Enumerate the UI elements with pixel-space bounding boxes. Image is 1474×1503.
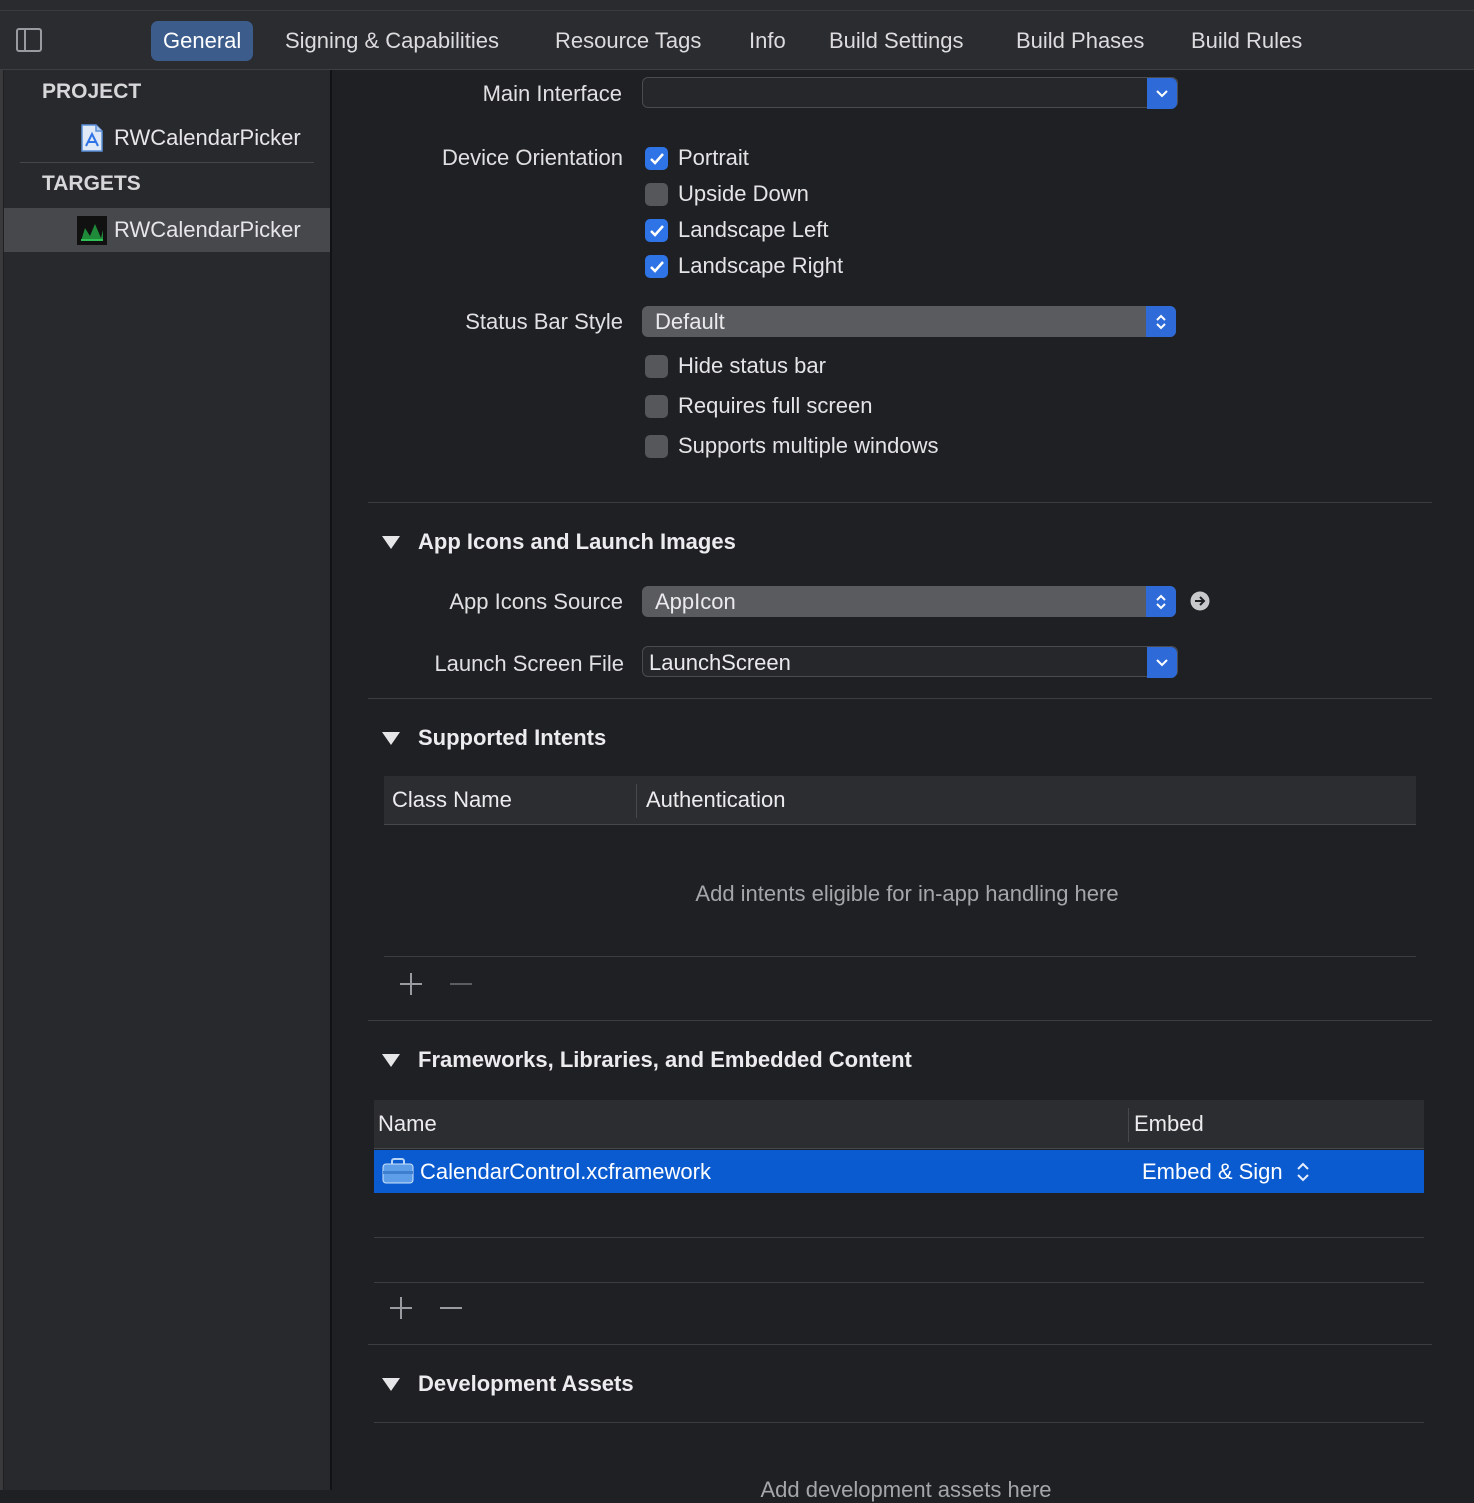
requires-full-screen-checkbox[interactable] — [645, 395, 668, 418]
window-left-edge — [0, 0, 3, 1490]
project-section-header: PROJECT — [42, 80, 142, 103]
app-target-icon — [77, 216, 107, 245]
intents-empty-placeholder: Add intents eligible for in-app handling… — [695, 881, 1119, 906]
supported-intents-section-title: Supported Intents — [418, 725, 607, 750]
tab-build-settings[interactable]: Build Settings — [829, 21, 964, 61]
status-bar-style-popup[interactable]: Default — [642, 306, 1176, 337]
tab-build-rules[interactable]: Build Rules — [1191, 21, 1302, 61]
table-row-divider — [374, 1237, 1424, 1238]
tab-general[interactable]: General — [151, 21, 254, 61]
disclosure-triangle-icon[interactable] — [380, 1373, 402, 1395]
window-top-strip — [0, 0, 1474, 11]
updown-chevron-icon — [1146, 586, 1176, 617]
tab-build-phases[interactable]: Build Phases — [1016, 21, 1144, 61]
updown-chevron-icon[interactable] — [1295, 1160, 1311, 1184]
landscape-right-label: Landscape Right — [678, 253, 844, 278]
portrait-checkbox[interactable] — [645, 147, 668, 170]
status-bar-style-value: Default — [655, 309, 725, 334]
launch-screen-file-combo[interactable]: LaunchScreen — [642, 646, 1178, 678]
frameworks-col-embed[interactable]: Embed — [1134, 1111, 1204, 1137]
upside-down-label: Upside Down — [678, 181, 809, 206]
upside-down-checkbox[interactable] — [645, 183, 668, 206]
main-interface-label: Main Interface — [482, 81, 622, 106]
launch-screen-file-label: Launch Screen File — [434, 651, 624, 676]
sidebar-toggle-icon[interactable] — [16, 28, 42, 52]
main-interface-popup[interactable] — [642, 77, 1178, 109]
project-file-icon — [80, 124, 104, 152]
app-icons-source-popup[interactable]: AppIcon — [642, 586, 1176, 617]
sidebar-item-project[interactable]: RWCalendarPicker — [114, 125, 301, 151]
embed-option-popup[interactable]: Embed & Sign — [1142, 1159, 1283, 1185]
supports-multiple-windows-checkbox[interactable] — [645, 435, 668, 458]
launch-screen-file-value: LaunchScreen — [649, 650, 791, 675]
dev-assets-empty-placeholder: Add development assets here — [760, 1477, 1052, 1502]
project-targets-sidebar — [4, 70, 330, 1490]
sidebar-separator — [20, 162, 314, 163]
app-icons-source-value: AppIcon — [655, 589, 736, 614]
framework-name: CalendarControl.xcframework — [420, 1159, 711, 1184]
add-intent-button[interactable] — [398, 971, 424, 997]
tab-info[interactable]: Info — [749, 21, 786, 61]
supports-multiple-windows-label: Supports multiple windows — [678, 433, 939, 458]
section-divider — [368, 698, 1432, 699]
go-to-arrow-icon[interactable] — [1190, 591, 1210, 611]
development-assets-section-title: Development Assets — [418, 1371, 634, 1396]
sidebar-divider — [330, 70, 332, 1490]
intents-col-authentication[interactable]: Authentication — [646, 787, 785, 813]
app-icons-source-label: App Icons Source — [449, 589, 623, 614]
app-icons-section-title: App Icons and Launch Images — [418, 529, 736, 554]
tab-resource-tags[interactable]: Resource Tags — [555, 21, 701, 61]
disclosure-triangle-icon[interactable] — [380, 1049, 402, 1071]
table-bottom-divider — [384, 956, 1416, 957]
section-divider — [368, 1344, 1432, 1345]
chevron-down-icon — [1147, 78, 1177, 109]
chevron-down-icon — [1147, 647, 1177, 678]
remove-intent-button[interactable] — [449, 971, 473, 997]
table-top-divider — [374, 1422, 1424, 1423]
main-interface-value — [643, 81, 656, 106]
device-orientation-label: Device Orientation — [442, 145, 623, 170]
frameworks-table-header — [374, 1100, 1424, 1149]
requires-full-screen-label: Requires full screen — [678, 393, 873, 418]
targets-section-header: TARGETS — [42, 172, 141, 195]
hide-status-bar-label: Hide status bar — [678, 353, 826, 378]
landscape-left-label: Landscape Left — [678, 217, 829, 242]
add-framework-button[interactable] — [388, 1295, 414, 1321]
table-bottom-divider — [374, 1282, 1424, 1283]
updown-chevron-icon — [1146, 306, 1176, 337]
framework-toolbox-icon — [382, 1157, 414, 1185]
sidebar-item-target-label: RWCalendarPicker — [114, 217, 301, 242]
disclosure-triangle-icon[interactable] — [380, 531, 402, 553]
portrait-label: Portrait — [678, 145, 749, 170]
disclosure-triangle-icon[interactable] — [380, 727, 402, 749]
column-divider — [636, 784, 637, 818]
landscape-right-checkbox[interactable] — [645, 255, 668, 278]
landscape-left-checkbox[interactable] — [645, 219, 668, 242]
column-divider — [1128, 1108, 1129, 1142]
section-divider — [368, 502, 1432, 503]
section-divider — [368, 1020, 1432, 1021]
intents-table-header — [384, 776, 1416, 825]
tab-signing-capabilities[interactable]: Signing & Capabilities — [285, 21, 499, 61]
remove-framework-button[interactable] — [439, 1295, 463, 1321]
intents-col-class-name[interactable]: Class Name — [392, 787, 512, 813]
status-bar-style-label: Status Bar Style — [465, 309, 623, 334]
frameworks-col-name[interactable]: Name — [378, 1111, 437, 1137]
frameworks-section-title: Frameworks, Libraries, and Embedded Cont… — [418, 1047, 912, 1072]
hide-status-bar-checkbox[interactable] — [645, 355, 668, 378]
